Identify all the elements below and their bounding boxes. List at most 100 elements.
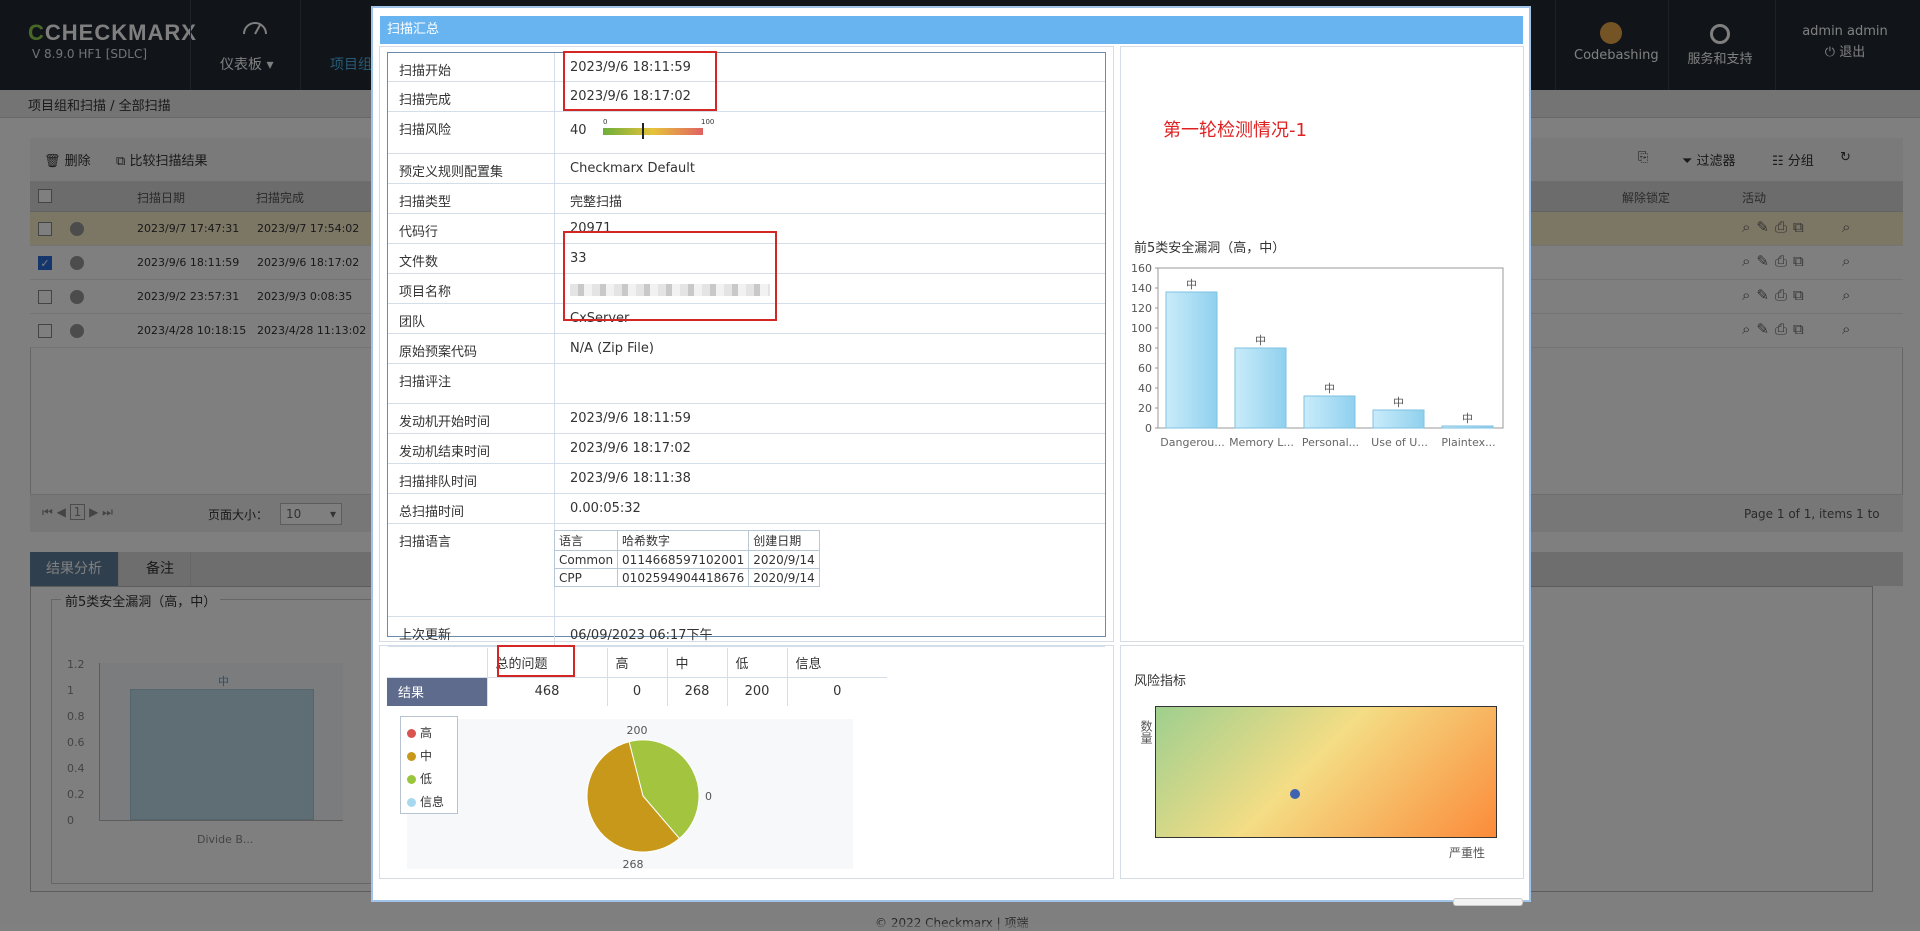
bar-data-label: 中 (1324, 382, 1335, 395)
summary-value: 0.00:05:32 (570, 501, 641, 516)
summary-row: 扫描评注 (388, 364, 1105, 404)
summary-column-divider (554, 53, 555, 82)
summary-column-divider (554, 334, 555, 364)
risk-score-gauge: 0 100 (603, 118, 714, 142)
summary-label: 总扫描时间 (399, 505, 465, 520)
risk-gauge-marker (642, 123, 644, 139)
scan-languages-table: 语言 哈希数字 创建日期 Common 0114668597102001 2020/9/1… (553, 530, 820, 587)
bar-category-label: Personal... (1302, 436, 1359, 449)
highlight-code-stats (563, 231, 777, 321)
results-value-cell: 468 (486, 676, 607, 706)
languages-header-cell: 创建日期 (748, 530, 820, 551)
results-value-cell: 200 (726, 676, 787, 706)
languages-cell: CPP (553, 568, 619, 587)
results-header-cell: 中 (666, 648, 727, 677)
legend-label: 高 (420, 726, 433, 740)
highlight-total-issues (497, 645, 575, 677)
summary-column-divider (554, 82, 555, 112)
bar-category-label: Dangerou... (1160, 436, 1224, 449)
bar-data-label: 中 (1462, 412, 1473, 425)
bar-data-label: 中 (1186, 278, 1197, 291)
risk-marker (1290, 789, 1300, 799)
summary-label: 扫描评注 (399, 375, 452, 390)
bar-data-label: 中 (1393, 396, 1404, 409)
summary-value: 06/09/2023 06:17下午 (570, 628, 713, 643)
summary-column-divider (554, 244, 555, 274)
risk-ylabel: 数量 (1139, 720, 1153, 744)
severity-pie-chart: 200 268 0 (586, 724, 712, 871)
legend-label: 信息 (420, 795, 445, 809)
results-value-cell: 268 (666, 676, 727, 706)
bar-ytick-label: 120 (1131, 302, 1152, 315)
bar-ytick-label: 80 (1138, 342, 1152, 355)
risk-gauge-bar (603, 128, 703, 135)
results-header-row: 总的问题高中低信息 (387, 648, 887, 677)
bar-ytick-label: 40 (1138, 382, 1152, 395)
results-value-cell: 0 (606, 676, 667, 706)
summary-row: 上次更新 06/09/2023 06:17下午 (388, 617, 1105, 647)
results-value-cell: 0 (786, 676, 887, 706)
pie-data-label: 268 (623, 858, 644, 871)
results-header-cell: 低 (726, 648, 787, 677)
summary-label: 发动机结束时间 (399, 445, 491, 460)
summary-column-divider (554, 112, 555, 154)
bar-mark (1372, 409, 1425, 429)
risk-xlabel: 严重性 (1449, 846, 1486, 860)
summary-value: 完整扫描 (570, 195, 623, 210)
results-header-cell: 高 (606, 648, 667, 677)
summary-column-divider (554, 364, 555, 404)
scan-summary-dialog: 扫描汇总 扫描开始 2023/9/6 18:11:59 扫描完成 2023/9/6 1… (371, 6, 1531, 906)
summary-row: 扫描开始 2023/9/6 18:11:59 (388, 53, 1105, 82)
results-corner-cell (387, 648, 487, 677)
languages-cell: 0114668597102001 (617, 550, 750, 569)
summary-label: 预定义规则配置集 (399, 165, 504, 180)
risk-panel-title: 风险指标 (1134, 674, 1187, 689)
bar-mark (1165, 291, 1218, 429)
legend-swatch (407, 798, 416, 807)
top5-chart-title: 前5类安全漏洞（高，中） (1134, 241, 1286, 256)
results-header-cell: 信息 (786, 648, 887, 677)
summary-label: 团队 (399, 315, 426, 330)
bar-mark (1441, 425, 1494, 429)
risk-score-value: 40 (570, 123, 587, 138)
bar-category-label: Plaintex... (1441, 436, 1495, 449)
summary-row: 总扫描时间 0.00:05:32 (388, 494, 1105, 524)
pie-data-label: 0 (705, 790, 712, 803)
bar-ytick-label: 20 (1138, 402, 1152, 415)
summary-column-divider (554, 184, 555, 214)
summary-row: 扫描完成 2023/9/6 18:17:02 (388, 82, 1105, 112)
bar-ytick-label: 160 (1131, 262, 1152, 275)
bar-ytick-label: 140 (1131, 282, 1152, 295)
summary-label: 发动机开始时间 (399, 415, 491, 430)
severity-legend: 高中低信息 (400, 716, 458, 814)
bar-ytick-label: 100 (1131, 322, 1152, 335)
annotation-text: 第一轮检测情况-1 (1163, 120, 1307, 141)
legend-label: 中 (420, 749, 433, 763)
summary-label: 项目名称 (399, 285, 452, 300)
legend-swatch (407, 729, 416, 738)
dialog-scrollbar[interactable] (1453, 898, 1523, 906)
bar-category-label: Use of U... (1371, 436, 1428, 449)
bar-ytick-label: 0 (1145, 422, 1152, 435)
bar-data-label: 中 (1255, 334, 1266, 347)
dialog-title: 扫描汇总 (380, 16, 1523, 44)
summary-label: 扫描完成 (399, 93, 452, 108)
summary-row: 发动机开始时间 2023/9/6 18:11:59 (388, 404, 1105, 434)
summary-row: 原始预案代码 N/A (Zip File) (388, 334, 1105, 364)
bar-ytick-label: 60 (1138, 362, 1152, 375)
summary-label: 扫描类型 (399, 195, 452, 210)
risk-gauge-min: 0 (603, 118, 608, 126)
summary-row: 扫描风险 40 0 100 (388, 112, 1105, 154)
summary-value: 2023/9/6 18:11:38 (570, 471, 691, 486)
languages-row: CPP 0102594904418676 2020/9/14 (553, 568, 820, 587)
risk-heatmap (1155, 706, 1497, 838)
summary-row: 扫描类型 完整扫描 (388, 184, 1105, 214)
languages-header-cell: 语言 (553, 530, 619, 551)
languages-cell: 0102594904418676 (617, 568, 750, 587)
results-value-row: 结果 468 0 268 200 0 (387, 676, 887, 706)
summary-label: 扫描开始 (399, 64, 452, 79)
summary-value: 2023/9/6 18:17:02 (570, 441, 691, 456)
summary-row: 预定义规则配置集 Checkmarx Default (388, 154, 1105, 184)
pie-data-label: 200 (627, 724, 648, 737)
languages-row: Common 0114668597102001 2020/9/14 (553, 550, 820, 569)
